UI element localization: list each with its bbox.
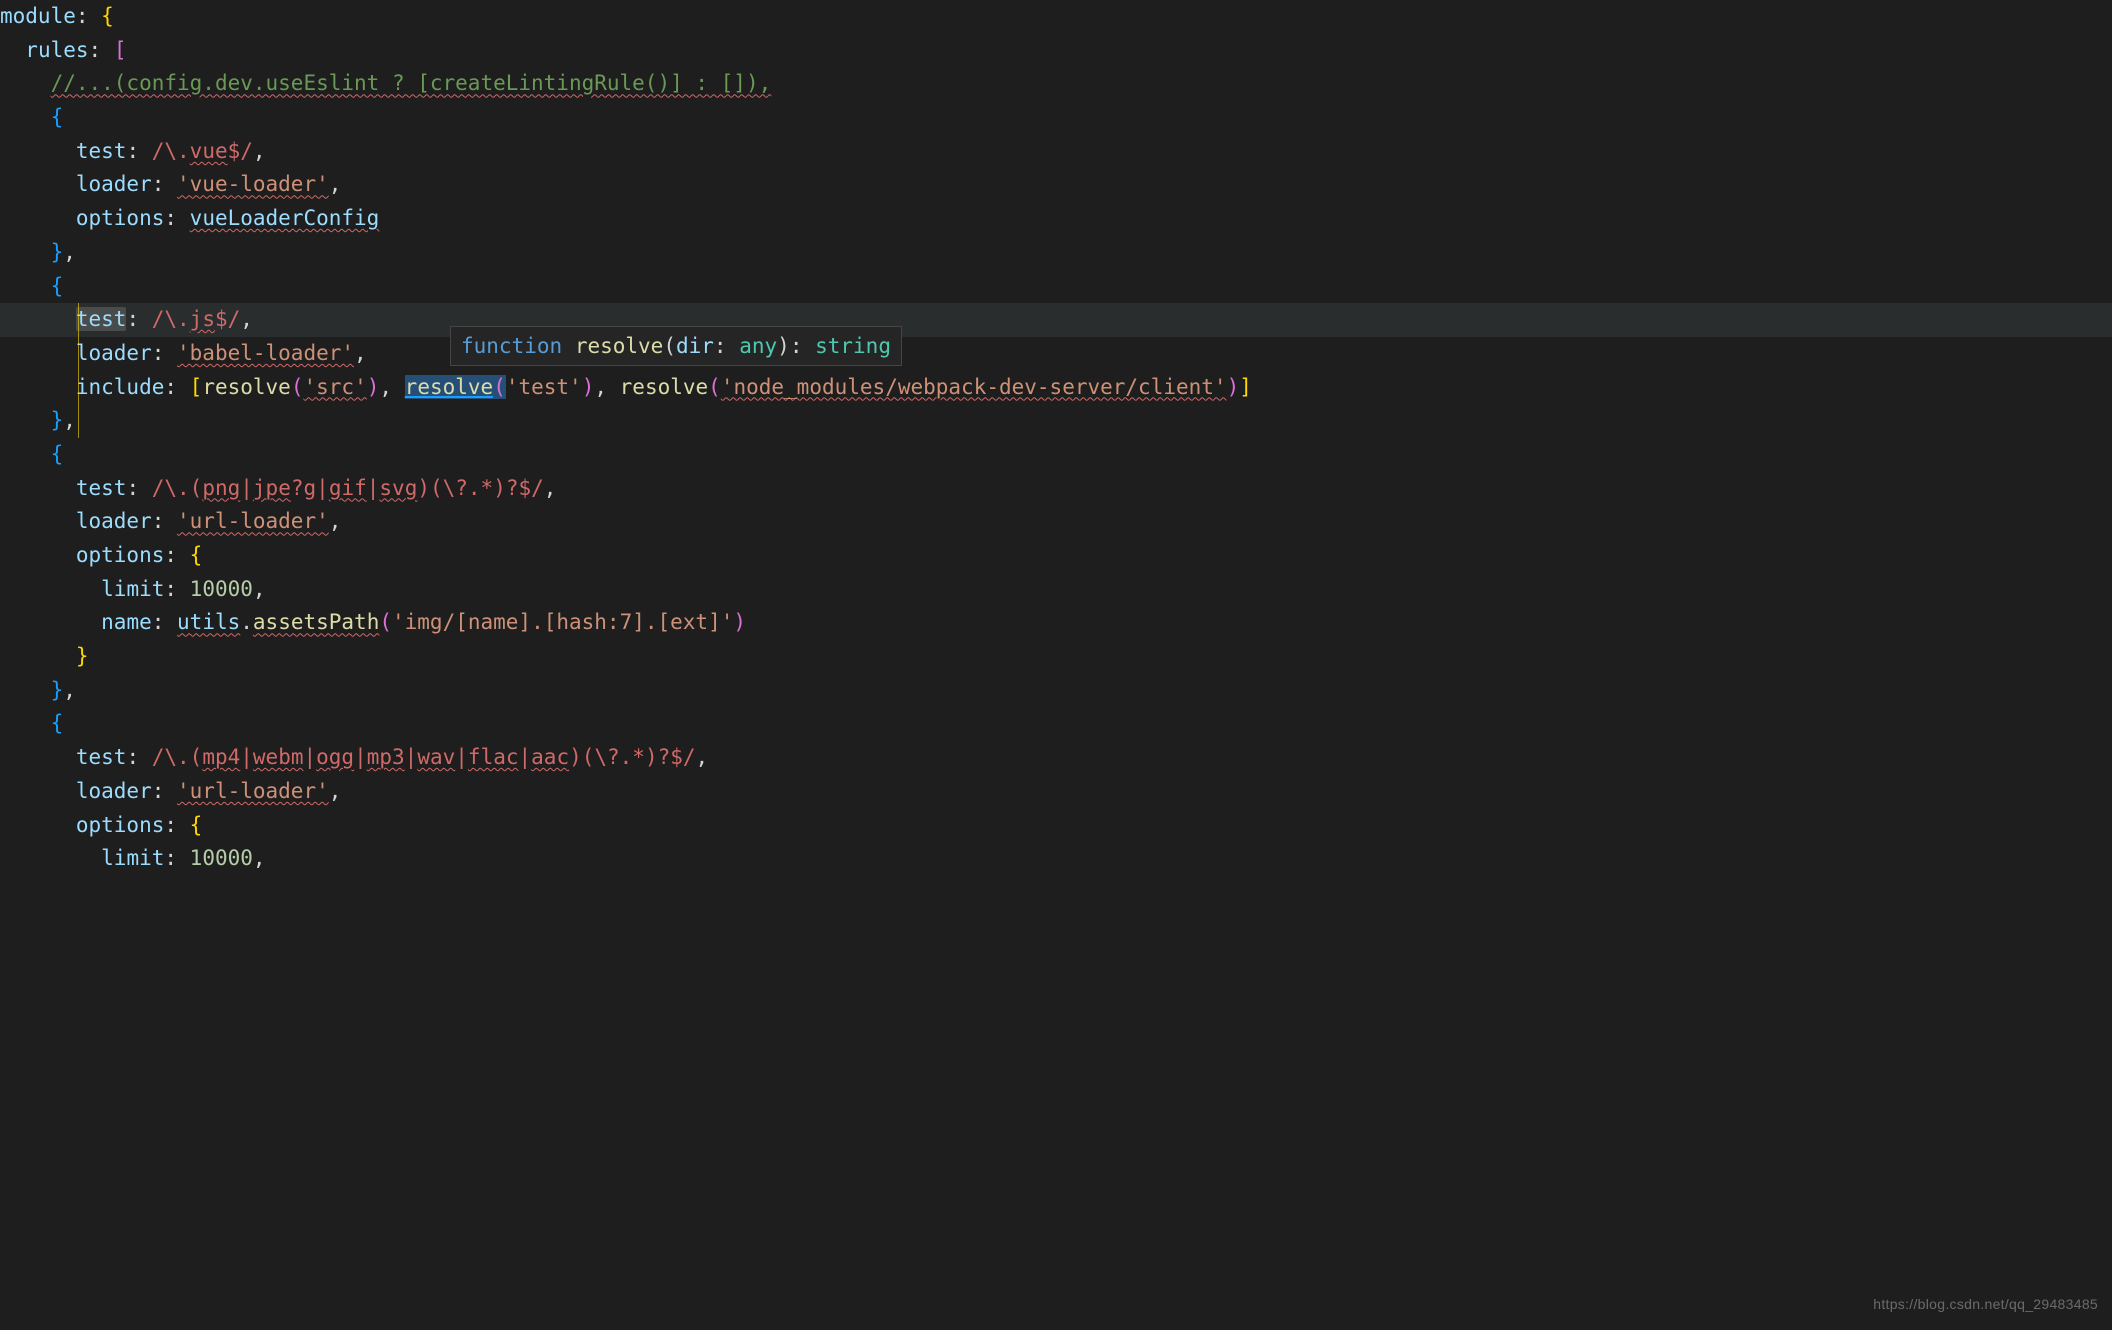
code-line[interactable]: options: { [0, 809, 2112, 843]
code-line[interactable]: }, [0, 404, 2112, 438]
code-line[interactable]: { [0, 707, 2112, 741]
code-line[interactable]: { [0, 270, 2112, 304]
token-key: test [76, 476, 127, 500]
hover-type: any [739, 334, 777, 358]
token-regex: gif [329, 476, 367, 500]
token-identifier: vueLoaderConfig [190, 206, 380, 230]
token-number: 10000 [190, 846, 253, 870]
token-key: options [76, 543, 165, 567]
token-function: resolve [202, 375, 291, 399]
token-function-selected[interactable]: resolve [405, 375, 494, 399]
token-key: include [76, 375, 165, 399]
code-line[interactable]: limit: 10000, [0, 842, 2112, 876]
code-line[interactable]: loader: 'babel-loader', [0, 337, 2112, 371]
token-regex: webm [253, 745, 304, 769]
token-key: limit [101, 846, 164, 870]
code-line[interactable]: include: [resolve('src'), resolve('test'… [0, 371, 2112, 405]
code-line[interactable]: }, [0, 674, 2112, 708]
token-regex: $/ [228, 139, 253, 163]
code-line[interactable]: loader: 'url-loader', [0, 505, 2112, 539]
token-key: loader [76, 172, 152, 196]
token-key: test [76, 745, 127, 769]
token-key: test [76, 139, 127, 163]
code-line[interactable]: } [0, 640, 2112, 674]
hover-keyword: function [461, 334, 562, 358]
token-regex: svg [379, 476, 417, 500]
token-comment: //...(config.dev.useEslint ? [createLint… [51, 71, 772, 95]
token-regex: mp3 [367, 745, 405, 769]
code-line[interactable]: options: { [0, 539, 2112, 573]
token-regex: )(\?.*)?$/ [417, 476, 543, 500]
token-regex: g [304, 476, 317, 500]
token-string: 'url-loader' [177, 779, 329, 803]
code-line-active[interactable]: test: /\.js$/, [0, 303, 2112, 337]
token-key: name [101, 610, 152, 634]
token-regex: /\. [152, 139, 190, 163]
code-line[interactable]: limit: 10000, [0, 573, 2112, 607]
token-function: assetsPath [253, 610, 379, 634]
code-line[interactable]: { [0, 101, 2112, 135]
token-regex: ogg [316, 745, 354, 769]
token-regex: ? [291, 476, 304, 500]
code-line[interactable]: loader: 'url-loader', [0, 775, 2112, 809]
token-key: limit [101, 577, 164, 601]
token-regex: /\. [152, 307, 190, 331]
token-regex: )(\?.*)?$/ [569, 745, 695, 769]
code-line[interactable]: loader: 'vue-loader', [0, 168, 2112, 202]
code-line[interactable]: //...(config.dev.useEslint ? [createLint… [0, 67, 2112, 101]
token-regex: /\.( [152, 476, 203, 500]
token-string: 'babel-loader' [177, 341, 354, 365]
token-key: loader [76, 341, 152, 365]
token-regex: wav [417, 745, 455, 769]
token-regex: flac [468, 745, 519, 769]
code-line[interactable]: test: /\.(png|jpe?g|gif|svg)(\?.*)?$/, [0, 472, 2112, 506]
code-line[interactable]: test: /\.vue$/, [0, 135, 2112, 169]
token-key: rules [25, 38, 88, 62]
token-regex: $/ [215, 307, 240, 331]
token-string: 'vue-loader' [177, 172, 329, 196]
token-string: 'url-loader' [177, 509, 329, 533]
token-regex: jpe [253, 476, 291, 500]
code-editor[interactable]: module: { rules: [ //...(config.dev.useE… [0, 0, 2112, 876]
token-key: test [76, 307, 127, 331]
code-line[interactable]: module: { [0, 0, 2112, 34]
token-regex: mp4 [202, 745, 240, 769]
token-regex: vue [190, 139, 228, 163]
code-line[interactable]: name: utils.assetsPath('img/[name].[hash… [0, 606, 2112, 640]
token-function: resolve [620, 375, 709, 399]
code-line[interactable]: rules: [ [0, 34, 2112, 68]
watermark: https://blog.csdn.net/qq_29483485 [1873, 1288, 2098, 1322]
code-line[interactable]: { [0, 438, 2112, 472]
hover-fn-name: resolve [575, 334, 664, 358]
token-regex: js [190, 307, 215, 331]
token-regex: aac [531, 745, 569, 769]
token-regex: png [202, 476, 240, 500]
hover-tooltip: function resolve(dir: any): string [450, 326, 902, 366]
hover-return-type: string [815, 334, 891, 358]
token-key: module [0, 4, 76, 28]
code-line[interactable]: options: vueLoaderConfig [0, 202, 2112, 236]
token-string: 'img/[name].[hash:7].[ext]' [392, 610, 733, 634]
token-key: loader [76, 779, 152, 803]
hover-param: dir [676, 334, 714, 358]
token-key: options [76, 813, 165, 837]
token-regex: /\.( [152, 745, 203, 769]
token-identifier: utils [177, 610, 240, 634]
token-string: 'src' [304, 375, 367, 399]
token-string: 'test' [506, 375, 582, 399]
token-string: 'node_modules/webpack-dev-server/client' [721, 375, 1227, 399]
code-line[interactable]: test: /\.(mp4|webm|ogg|mp3|wav|flac|aac)… [0, 741, 2112, 775]
token-key: options [76, 206, 165, 230]
token-number: 10000 [190, 577, 253, 601]
token-key: loader [76, 509, 152, 533]
code-line[interactable]: }, [0, 236, 2112, 270]
